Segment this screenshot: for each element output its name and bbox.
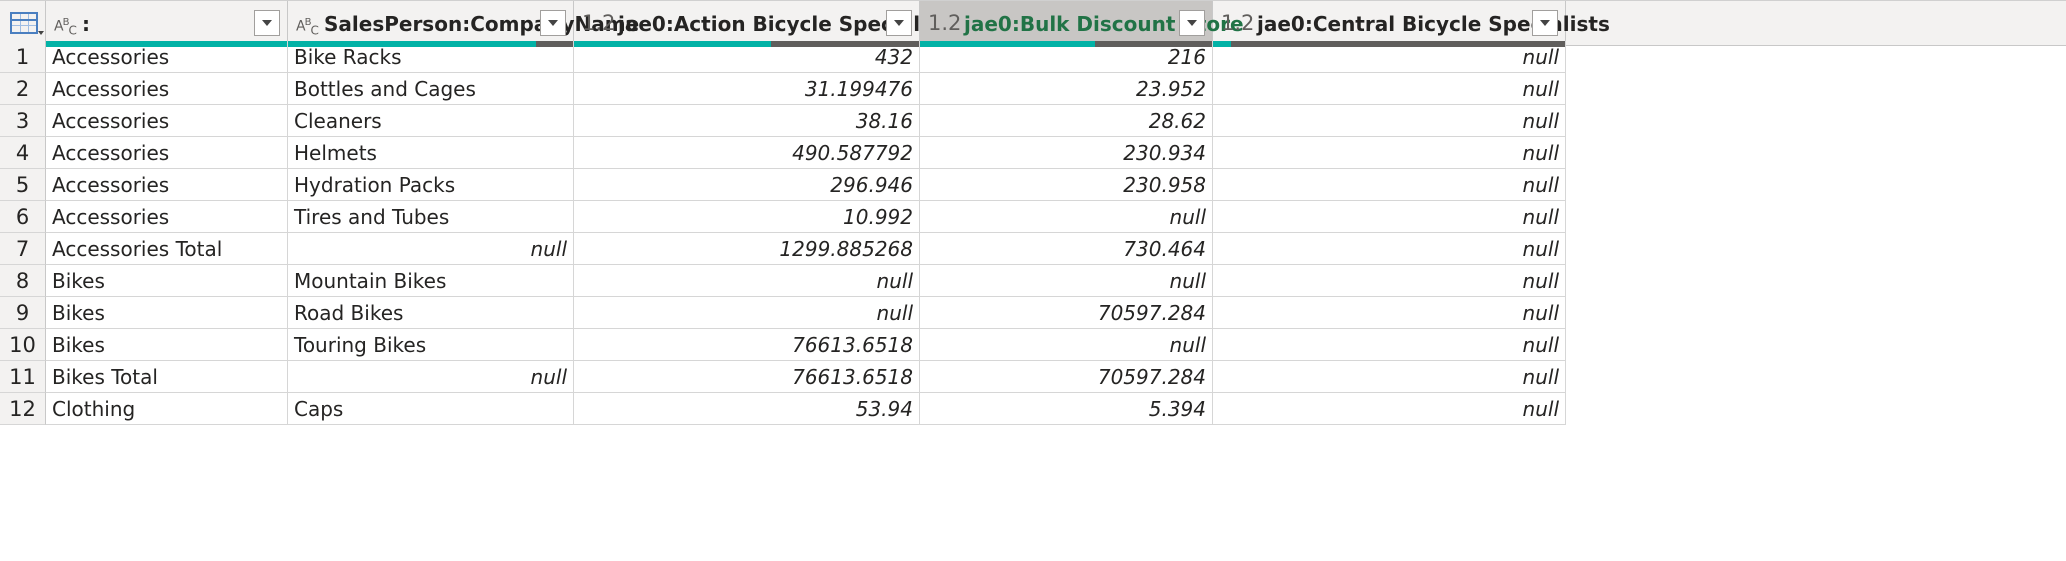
data-grid: ABC: ABC SalesPerson:CompanyName 1.2 jae0:Ac… [0,0,2066,561]
table-cell[interactable]: null [1213,169,1566,201]
row-number[interactable]: 8 [0,265,46,297]
table-cell[interactable]: 730.464 [920,233,1213,265]
table-cell[interactable]: Accessories [46,137,288,169]
table-cell[interactable]: Caps [288,393,574,425]
table-cell[interactable]: 216 [920,41,1213,73]
table-cell[interactable]: Accessories [46,201,288,233]
table-cell[interactable]: Hydration Packs [288,169,574,201]
table-cell[interactable]: Bikes [46,265,288,297]
table-row: 6 Accessories Tires and Tubes 10.992 null nul… [0,201,2066,233]
filter-dropdown-button[interactable] [540,10,566,36]
table-cell[interactable]: Mountain Bikes [288,265,574,297]
table-cell[interactable]: null [1213,73,1566,105]
table-cell[interactable]: Accessories [46,169,288,201]
row-number[interactable]: 7 [0,233,46,265]
table-cell[interactable]: Accessories [46,41,288,73]
table-row: 10 Bikes Touring Bikes 76613.6518 null null [0,329,2066,361]
row-number[interactable]: 9 [0,297,46,329]
table-row: 8 Bikes Mountain Bikes null null null [0,265,2066,297]
table-cell[interactable]: null [1213,105,1566,137]
table-cell[interactable]: null [1213,201,1566,233]
table-cell[interactable]: 38.16 [574,105,920,137]
filter-dropdown-button[interactable] [1532,10,1558,36]
table-cell[interactable]: Bottles and Cages [288,73,574,105]
table-cell[interactable]: 10.992 [574,201,920,233]
filter-dropdown-button[interactable] [886,10,912,36]
table-cell[interactable]: 28.62 [920,105,1213,137]
table-cell[interactable]: 296.946 [574,169,920,201]
table-cell[interactable]: 70597.284 [920,361,1213,393]
row-number[interactable]: 4 [0,137,46,169]
table-row: 12 Clothing Caps 53.94 5.394 null [0,393,2066,425]
table-row: 5 Accessories Hydration Packs 296.946 230.95… [0,169,2066,201]
table-cell[interactable]: Helmets [288,137,574,169]
table-row: 3 Accessories Cleaners 38.16 28.62 null [0,105,2066,137]
table-cell[interactable]: 490.587792 [574,137,920,169]
column-header-row: ABC: ABC SalesPerson:CompanyName 1.2 jae0:Ac… [0,0,2066,47]
table-cell[interactable]: Cleaners [288,105,574,137]
table-cell[interactable]: Bikes [46,329,288,361]
table-cell[interactable]: null [920,265,1213,297]
table-cell[interactable]: null [1213,361,1566,393]
table-cell[interactable]: null [1213,329,1566,361]
table-cell[interactable]: null [574,297,920,329]
table-cell[interactable]: 5.394 [920,393,1213,425]
table-cell[interactable]: null [1213,41,1566,73]
table-cell[interactable]: null [288,361,574,393]
table-cell[interactable]: null [1213,265,1566,297]
table-cell[interactable]: Clothing [46,393,288,425]
table-row: 1 Accessories Bike Racks 432 216 null [0,41,2066,73]
table-cell[interactable]: Accessories [46,105,288,137]
table-cell[interactable]: null [1213,137,1566,169]
column-header-label: : [82,12,90,36]
table-cell[interactable]: 230.934 [920,137,1213,169]
table-cell[interactable]: null [574,265,920,297]
decimal-type-icon[interactable]: 1.2 [1221,11,1254,35]
table-cell[interactable]: 76613.6518 [574,329,920,361]
table-row: 9 Bikes Road Bikes null 70597.284 null [0,297,2066,329]
table-cell[interactable]: Touring Bikes [288,329,574,361]
row-number[interactable]: 12 [0,393,46,425]
table-row: 11 Bikes Total null 76613.6518 70597.284 null [0,361,2066,393]
table-cell[interactable]: Tires and Tubes [288,201,574,233]
table-cell[interactable]: 1299.885268 [574,233,920,265]
table-row: 7 Accessories Total null 1299.885268 730.464… [0,233,2066,265]
row-number[interactable]: 10 [0,329,46,361]
table-cell[interactable]: 70597.284 [920,297,1213,329]
table-cell[interactable]: 230.958 [920,169,1213,201]
table-row: 2 Accessories Bottles and Cages 31.199476 23… [0,73,2066,105]
filter-dropdown-button[interactable] [1179,10,1205,36]
row-number[interactable]: 3 [0,105,46,137]
table-cell[interactable]: null [920,201,1213,233]
table-cell[interactable]: null [1213,233,1566,265]
decimal-type-icon[interactable]: 1.2 [582,11,615,35]
row-number[interactable]: 2 [0,73,46,105]
table-cell[interactable]: null [1213,297,1566,329]
table-cell[interactable]: 432 [574,41,920,73]
text-type-icon[interactable]: ABC [296,11,319,37]
decimal-type-icon[interactable]: 1.2 [928,11,961,35]
filter-dropdown-button[interactable] [254,10,280,36]
row-number[interactable]: 1 [0,41,46,73]
table-icon [10,12,38,34]
table-cell[interactable]: 76613.6518 [574,361,920,393]
table-cell[interactable]: 23.952 [920,73,1213,105]
table-cell[interactable]: Road Bikes [288,297,574,329]
row-number[interactable]: 11 [0,361,46,393]
table-cell[interactable]: Accessories Total [46,233,288,265]
table-row: 4 Accessories Helmets 490.587792 230.934 null [0,137,2066,169]
table-cell[interactable]: Bikes [46,297,288,329]
table-cell[interactable]: 53.94 [574,393,920,425]
table-cell[interactable]: Accessories [46,73,288,105]
table-cell[interactable]: Bikes Total [46,361,288,393]
caret-down-icon [38,31,44,35]
table-cell[interactable]: 31.199476 [574,73,920,105]
table-cell[interactable]: null [288,233,574,265]
text-type-icon[interactable]: ABC [54,11,77,37]
row-number[interactable]: 6 [0,201,46,233]
table-cell[interactable]: Bike Racks [288,41,574,73]
table-cell[interactable]: null [920,329,1213,361]
table-cell[interactable]: null [1213,393,1566,425]
row-number[interactable]: 5 [0,169,46,201]
